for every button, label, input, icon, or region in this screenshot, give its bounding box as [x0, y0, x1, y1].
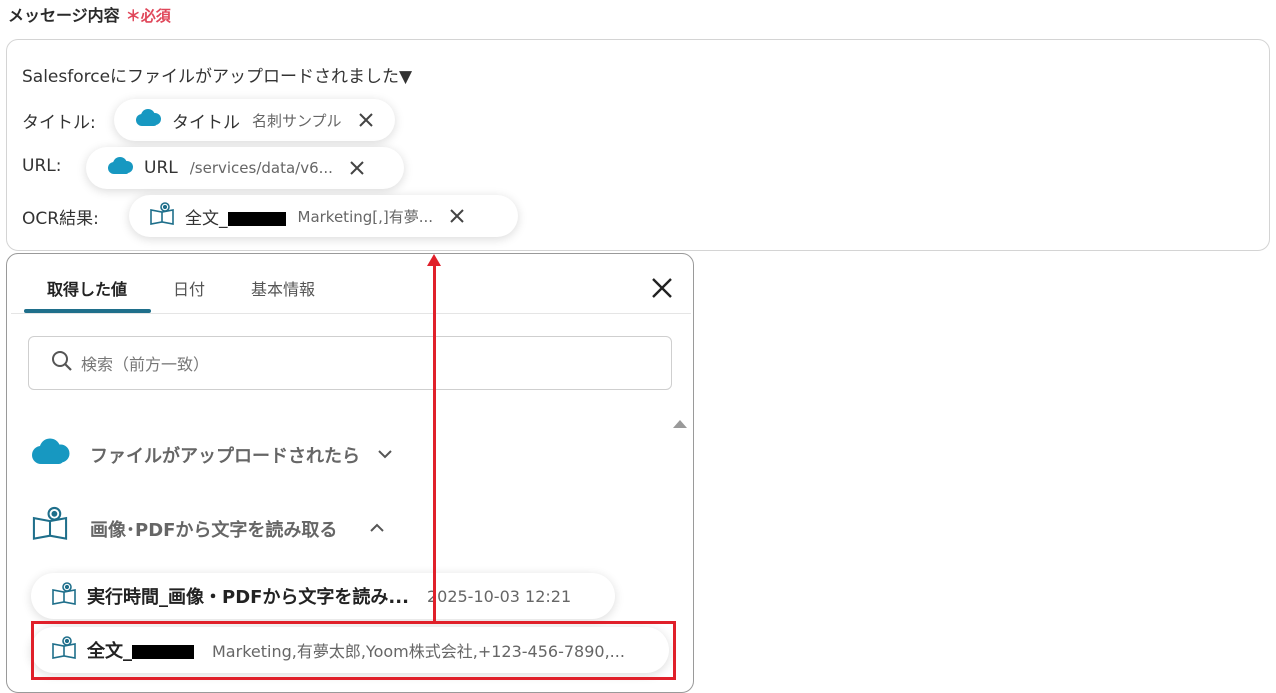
- salesforce-cloud-icon: [134, 108, 162, 132]
- message-line-1: Salesforceにファイルがアップロードされました▼: [22, 67, 413, 87]
- annotation-arrow-line: [433, 262, 436, 622]
- ocr-row-label: OCR結果:: [22, 209, 99, 229]
- ocr-book-icon: [149, 202, 175, 230]
- tab-date[interactable]: 日付: [173, 276, 205, 300]
- tab-acquired-values[interactable]: 取得した値: [47, 276, 127, 300]
- tab-basic-info[interactable]: 基本情報: [251, 276, 315, 300]
- title-variable-chip[interactable]: タイトル 名刺サンプル: [114, 99, 395, 141]
- ocr-variable-chip[interactable]: 全文_ Marketing[,]有夢...: [129, 195, 518, 237]
- remove-icon[interactable]: [447, 206, 467, 226]
- chip-name: 全文_: [185, 204, 286, 229]
- chip-value: /services/data/v6...: [189, 159, 333, 177]
- annotation-arrow-head-icon: [427, 254, 441, 266]
- chevron-up-icon[interactable]: [368, 519, 386, 537]
- ocr-book-icon: [51, 582, 77, 610]
- tab-divider: [11, 313, 691, 314]
- item-name: 実行時間_画像・PDFから文字を読み...: [87, 587, 409, 608]
- message-editor[interactable]: Salesforceにファイルがアップロードされました▼ タイトル: タイトル …: [6, 39, 1270, 251]
- chevron-down-icon[interactable]: [376, 445, 394, 463]
- chip-value: Marketing[,]有夢...: [297, 207, 434, 226]
- title-row-label: タイトル:: [22, 113, 96, 133]
- item-value: 2025-10-03 12:21: [426, 586, 572, 606]
- redaction-bar: [227, 211, 286, 226]
- message-field-label: メッセージ内容 ＊必須: [8, 2, 171, 26]
- salesforce-cloud-icon: [106, 156, 134, 180]
- close-icon[interactable]: [649, 275, 675, 301]
- ocr-book-icon: [31, 506, 69, 546]
- group-ocr-action[interactable]: 画像･PDFから文字を読み取る: [90, 516, 337, 542]
- url-row-label: URL:: [22, 156, 62, 176]
- search-input[interactable]: 検索（前方一致）: [28, 336, 672, 390]
- salesforce-cloud-icon: [29, 436, 71, 472]
- scroll-up-arrow-icon[interactable]: [673, 420, 687, 428]
- annotation-highlight-box: [31, 621, 676, 680]
- message-label-text: メッセージ内容: [8, 6, 120, 25]
- group-salesforce-trigger[interactable]: ファイルがアップロードされたら: [90, 442, 360, 468]
- remove-icon[interactable]: [356, 110, 376, 130]
- chip-value: 名刺サンプル: [252, 111, 342, 130]
- search-placeholder: 検索（前方一致）: [81, 355, 210, 374]
- url-variable-chip[interactable]: URL /services/data/v6...: [86, 147, 404, 189]
- required-mark: ＊必須: [125, 7, 171, 25]
- chip-name: URL: [144, 158, 178, 178]
- list-item-exec-time[interactable]: 実行時間_画像・PDFから文字を読み... 2025-10-03 12:21: [31, 573, 615, 619]
- chip-name: タイトル: [172, 112, 240, 133]
- remove-icon[interactable]: [347, 158, 367, 178]
- search-icon: [51, 350, 73, 376]
